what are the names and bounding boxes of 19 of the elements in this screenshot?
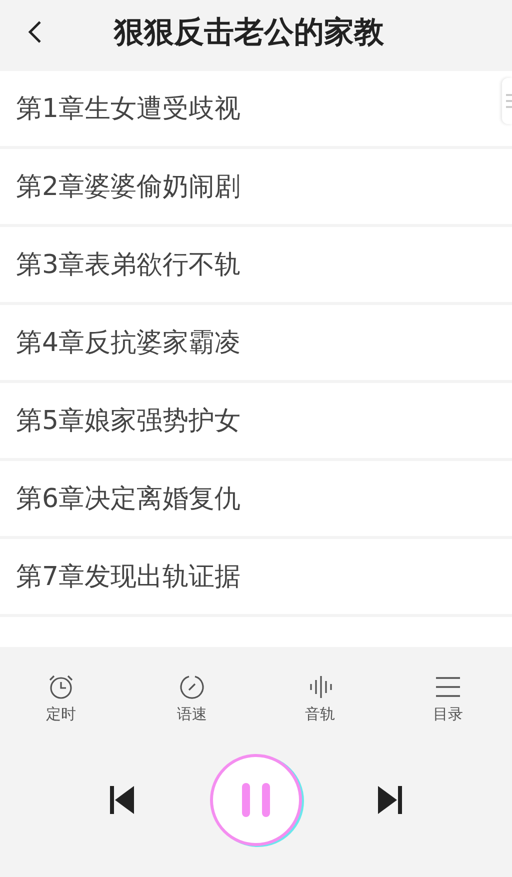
chapter-item[interactable]: 第4章反抗婆家霸凌	[0, 305, 512, 380]
next-icon[interactable]	[378, 786, 402, 814]
chapter-item[interactable]: 第7章发现出轨证据	[0, 539, 512, 614]
pause-icon	[242, 783, 270, 817]
drawer-handle[interactable]	[502, 78, 512, 124]
gauge-icon[interactable]	[178, 673, 206, 701]
tool-label[interactable]: 语速	[177, 705, 207, 724]
chapter-item[interactable]: 第6章决定离婚复仇	[0, 461, 512, 536]
book-title: 狠狠反击老公的家教	[114, 14, 384, 52]
tool-label[interactable]: 目录	[433, 705, 463, 724]
chapter-item[interactable]: 第1章生女遭受歧视	[0, 71, 512, 146]
chapter-item[interactable]: 第3章表弟欲行不轨	[0, 227, 512, 302]
chapter-item[interactable]: 第5章娘家强势护女	[0, 383, 512, 458]
previous-icon[interactable]	[110, 786, 134, 814]
chapter-item[interactable]: 第2章婆婆偷奶闹剧	[0, 149, 512, 224]
back-icon[interactable]	[28, 20, 42, 44]
alarm-clock-icon[interactable]	[47, 673, 75, 701]
tool-label[interactable]: 音轨	[305, 705, 335, 724]
tool-label[interactable]: 定时	[46, 705, 76, 724]
